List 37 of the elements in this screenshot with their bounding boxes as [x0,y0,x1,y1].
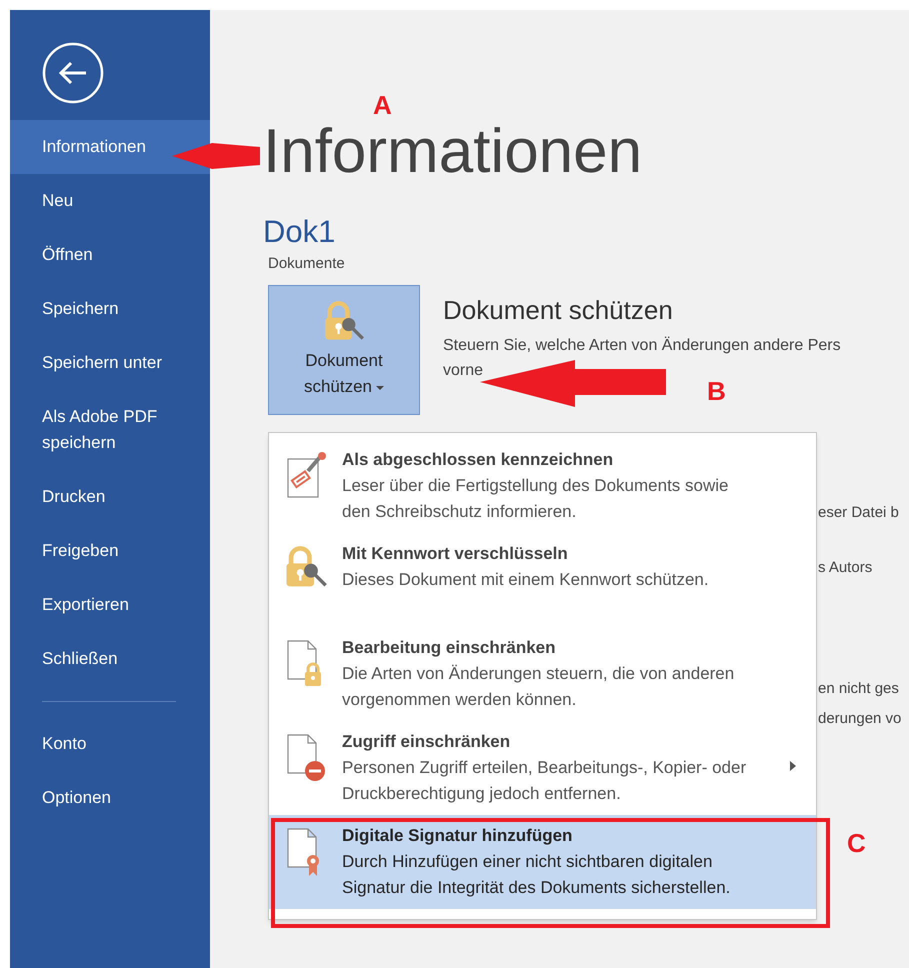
menu-item[interactable]: Mit Kennwort verschlüsseln Dieses Dokument mit einem Kennwort schützen. [269,533,816,627]
sidebar-item[interactable]: Neu [10,174,210,228]
sidebar-item[interactable]: Exportieren [10,578,210,632]
menu-item[interactable]: Digitale Signatur hinzufügen Durch Hinzufügen einer nicht sichtbaren digitalen Signatur die Integrität des Dokuments sicherstellen. [269,815,816,909]
menu-item[interactable]: Zugriff einschränken Personen Zugriff erteilen, Bearbeitungs-, Kopier- oder Druckberechtigung jedoch entfernen. [269,721,816,815]
sidebar-item[interactable]: Schließen [10,632,210,686]
menu-item-title: Zugriff einschränken [342,731,510,753]
info-text: s Autors [818,558,872,578]
menu-item-title: Mit Kennwort verschlüsseln [342,543,568,565]
menu-item-description: Dieses Dokument mit einem Kennwort schützen. [342,569,710,591]
section-heading: Dokument schützen [443,294,673,327]
sidebar-item[interactable]: Als Adobe PDF speichern [10,390,210,470]
sidebar-item[interactable]: Freigeben [10,524,210,578]
menu-item-title: Digitale Signatur hinzufügen [342,825,572,847]
menu-item-title: Als abgeschlossen kennzeichnen [342,449,614,471]
menu-item-description: Die Arten von Änderungen steuern, die von anderen vorgenommen werden können. [342,663,736,711]
document-name: Dok1 [263,213,336,251]
info-text: eser Datei b [818,503,899,523]
menu-item-title: Bearbeitung einschränken [342,637,556,659]
annotation-letter: C [847,828,866,858]
document-location: Dokumente [268,254,345,274]
sidebar-item[interactable]: Optionen [10,771,210,825]
menu-item[interactable]: Als abgeschlossen kennzeichnen Leser über die Fertigstellung des Dokuments sowie den Schreibschutz informieren. [269,439,816,533]
sidebar-item[interactable]: Speichern [10,282,210,336]
info-text: derungen vo [818,709,902,729]
sidebar-item[interactable]: Speichern unter [10,336,210,390]
back-icon[interactable] [42,42,104,104]
menu-item-description: Personen Zugriff erteilen, Bearbeitungs-, Kopier- oder Druckberechtigung jedoch entfernen. [342,757,748,805]
menu-item-description: Durch Hinzufügen einer nicht sichtbaren digitalen Signatur die Integrität des Dokuments sicherstellen. [342,851,732,899]
protect-document-button[interactable]: Dokument schützen [268,285,420,415]
info-text: en nicht ges [818,679,899,699]
menu-item[interactable]: Bearbeitung einschränken Die Arten von Änderungen steuern, die von anderen vorgenommen werden können. [269,627,816,721]
sidebar-item[interactable]: Drucken [10,470,210,524]
menu-item-description: Leser über die Fertigstellung des Dokuments sowie den Schreibschutz informieren. [342,475,730,523]
sidebar-item[interactable]: Öffnen [10,228,210,282]
sidebar-item[interactable]: Informationen [10,120,210,174]
sidebar-item[interactable]: Konto [10,717,210,771]
